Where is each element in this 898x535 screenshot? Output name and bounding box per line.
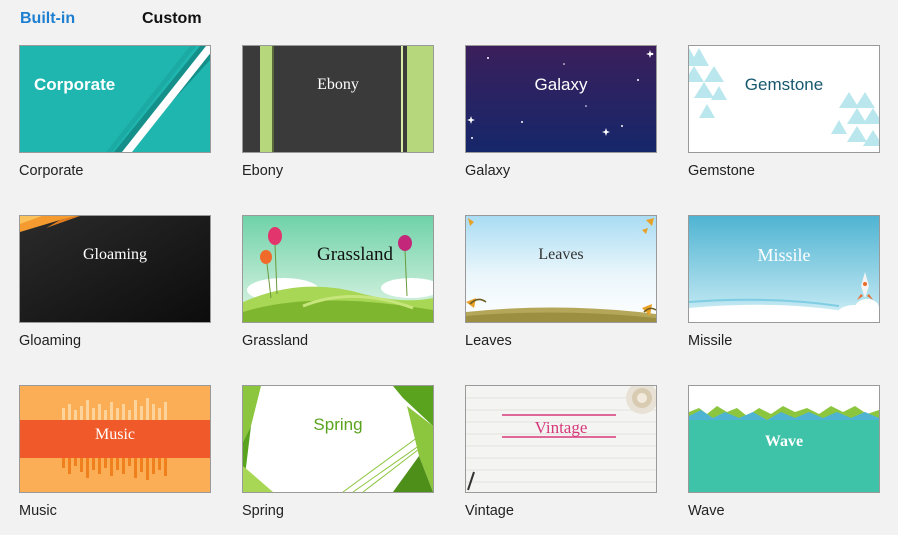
grassland-art xyxy=(243,216,433,322)
theme-caption: Wave xyxy=(688,503,725,519)
theme-card-missile[interactable]: Missile Missile xyxy=(688,215,880,365)
theme-card-music[interactable]: Music Music xyxy=(19,385,211,535)
theme-caption: Missile xyxy=(688,333,733,349)
theme-card-gemstone[interactable]: Gemstone Gemstone xyxy=(688,45,880,195)
theme-caption: Gemstone xyxy=(688,163,755,179)
galaxy-art xyxy=(466,46,656,152)
theme-caption: Ebony xyxy=(242,163,284,179)
theme-thumbnail-grassland: Grassland xyxy=(242,215,434,323)
tab-custom[interactable]: Custom xyxy=(142,10,202,28)
theme-thumbnail-gemstone: Gemstone xyxy=(688,45,880,153)
theme-card-gloaming[interactable]: Gloaming Gloaming xyxy=(19,215,211,365)
theme-thumbnail-leaves: Leaves xyxy=(465,215,657,323)
theme-thumbnail-music: Music xyxy=(19,385,211,493)
leaves-art xyxy=(466,216,656,322)
gloaming-art xyxy=(20,216,210,322)
theme-caption: Leaves xyxy=(465,333,512,349)
theme-caption: Vintage xyxy=(465,503,514,519)
theme-thumbnail-missile: Missile xyxy=(688,215,880,323)
theme-caption: Gloaming xyxy=(19,333,82,349)
theme-card-galaxy[interactable]: Galaxy Galaxy xyxy=(465,45,657,195)
theme-thumbnail-vintage: Vintage xyxy=(465,385,657,493)
spring-art xyxy=(243,386,433,492)
vintage-art xyxy=(466,386,656,492)
theme-card-wave[interactable]: Wave Wave xyxy=(688,385,880,535)
gemstone-art xyxy=(689,46,879,152)
theme-card-corporate[interactable]: Corporate Corporate xyxy=(19,45,211,195)
theme-thumbnail-spring: Spring xyxy=(242,385,434,493)
theme-card-vintage[interactable]: Vintage Vintage xyxy=(465,385,657,535)
theme-caption: Corporate xyxy=(19,163,84,179)
theme-card-leaves[interactable]: Leaves Leaves xyxy=(465,215,657,365)
theme-caption: Grassland xyxy=(242,333,309,349)
theme-card-spring[interactable]: Spring Spring xyxy=(242,385,434,535)
ebony-art xyxy=(243,46,433,152)
theme-caption: Galaxy xyxy=(465,163,511,179)
wave-art xyxy=(689,386,879,492)
theme-thumbnail-galaxy: Galaxy xyxy=(465,45,657,153)
theme-thumbnail-gloaming: Gloaming xyxy=(19,215,211,323)
theme-thumbnail-ebony: Ebony xyxy=(242,45,434,153)
theme-caption: Music xyxy=(19,503,57,519)
music-art xyxy=(20,386,210,492)
theme-thumbnail-wave: Wave xyxy=(688,385,880,493)
tab-built-in[interactable]: Built-in xyxy=(20,10,75,28)
corporate-art xyxy=(20,46,210,152)
theme-thumbnail-corporate: Corporate xyxy=(19,45,211,153)
missile-art xyxy=(689,216,879,322)
theme-card-ebony[interactable]: Ebony Ebony xyxy=(242,45,434,195)
theme-caption: Spring xyxy=(242,503,284,519)
theme-card-grassland[interactable]: Grassland Grassland xyxy=(242,215,434,365)
